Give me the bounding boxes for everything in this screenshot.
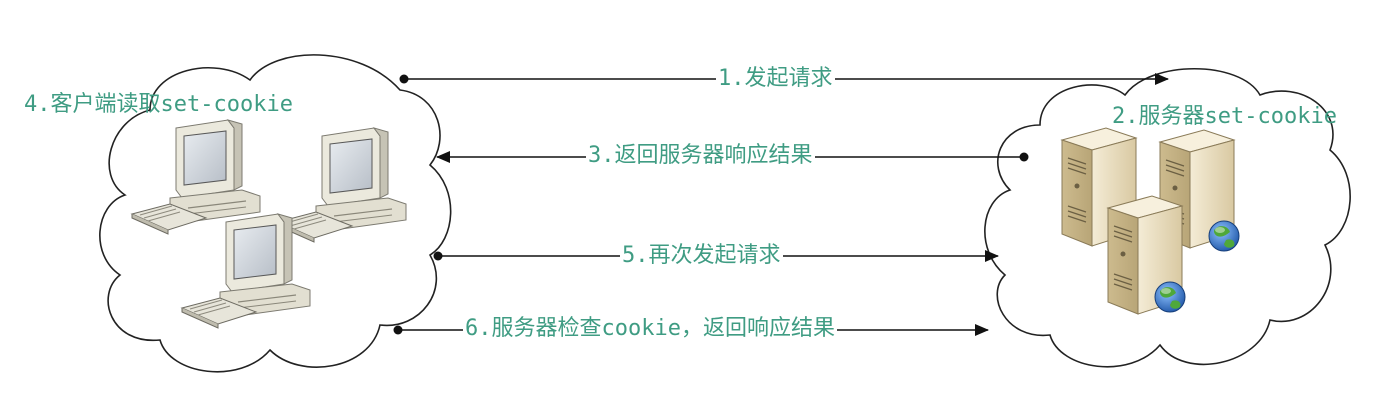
- globe-icon: [1154, 281, 1186, 313]
- cookie-flow-diagram: 4.客户端读取set-cookie 2.服务器set-cookie 1.发起请求…: [0, 0, 1398, 416]
- diagram-canvas: [99, 54, 1351, 373]
- client-label: 4.客户端读取set-cookie: [24, 92, 293, 117]
- arrow-start-dot: [1019, 152, 1029, 162]
- server-label: 2.服务器set-cookie: [1112, 104, 1337, 129]
- arrow-label-response: 3.返回服务器响应结果: [586, 143, 815, 169]
- globe-icon: [1208, 220, 1240, 252]
- arrow-label-request-again: 5.再次发起请求: [620, 243, 783, 269]
- arrow-start-dot: [399, 74, 409, 84]
- arrow-start-dot: [393, 325, 403, 335]
- arrow-start-dot: [433, 251, 443, 261]
- arrow-label-check-cookie: 6.服务器检查cookie，返回响应结果: [463, 316, 837, 342]
- arrow-label-request: 1.发起请求: [716, 66, 835, 92]
